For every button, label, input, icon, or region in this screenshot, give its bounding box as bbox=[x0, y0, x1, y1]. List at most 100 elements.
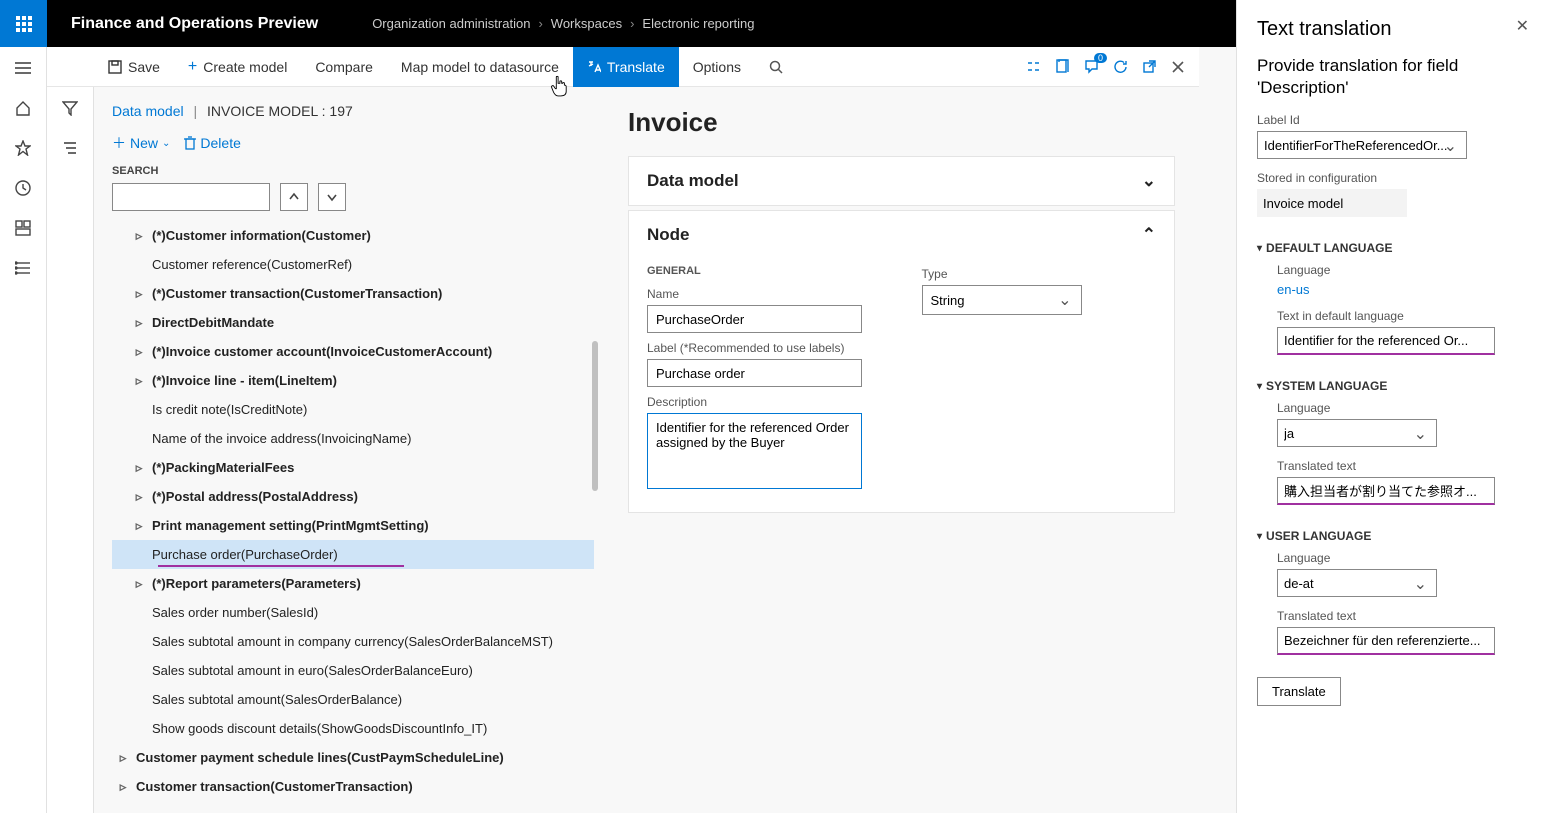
map-model-button[interactable]: Map model to datasource bbox=[387, 47, 573, 87]
messages-icon[interactable] bbox=[1084, 59, 1099, 74]
tree-node-label: (*)Invoice line - item(LineItem) bbox=[152, 373, 337, 388]
twisty-icon[interactable]: ▹ bbox=[132, 228, 146, 244]
new-button[interactable]: ＋New⌄ bbox=[112, 133, 170, 153]
clock-icon[interactable] bbox=[12, 177, 34, 199]
app-launcher-button[interactable] bbox=[0, 0, 47, 47]
section-node: Node ⌃ GENERAL Name Label (*Recommended … bbox=[628, 210, 1175, 513]
tree-node[interactable]: ▹(*)PackingMaterialFees bbox=[112, 453, 594, 482]
translation-panel: ✕ Text translation Provide translation f… bbox=[1236, 0, 1545, 813]
textdef-field[interactable] bbox=[1277, 327, 1495, 355]
save-label: Save bbox=[128, 59, 160, 75]
tree-node[interactable]: Customer reference(CustomerRef) bbox=[112, 250, 594, 279]
main-content: Data model | INVOICE MODEL : 197 ＋New⌄ D… bbox=[94, 87, 1199, 813]
detail-title: Invoice bbox=[628, 107, 1175, 138]
breadcrumb-item[interactable]: Electronic reporting bbox=[642, 16, 754, 31]
default-language-link[interactable]: en-us bbox=[1277, 282, 1310, 297]
tree-node[interactable]: ▹(*)Invoice customer account(InvoiceCust… bbox=[112, 337, 594, 366]
label-field[interactable] bbox=[647, 359, 862, 387]
compare-button[interactable]: Compare bbox=[301, 47, 387, 87]
attachments-icon[interactable] bbox=[1055, 59, 1070, 74]
translate-button[interactable]: Translate bbox=[573, 47, 679, 87]
tree-node[interactable]: ▹ (*)Postal address(PostalAddress) bbox=[112, 482, 594, 511]
twisty-icon[interactable]: ▹ bbox=[132, 373, 146, 389]
save-button[interactable]: Save bbox=[94, 47, 174, 87]
tree-node[interactable]: Name of the invoice address(InvoicingNam… bbox=[112, 424, 594, 453]
system-language-select[interactable] bbox=[1277, 419, 1437, 447]
tree-node[interactable]: Sales subtotal amount in euro(SalesOrder… bbox=[112, 656, 594, 685]
search-input[interactable] bbox=[112, 183, 270, 211]
twisty-icon[interactable]: ▹ bbox=[132, 489, 146, 505]
close-icon[interactable] bbox=[1171, 60, 1185, 74]
twisty-icon[interactable]: ▹ bbox=[132, 460, 146, 476]
tree-node[interactable]: ▹DirectDebitMandate bbox=[112, 308, 594, 337]
user-translated-field[interactable] bbox=[1277, 627, 1495, 655]
tree-node[interactable]: Show goods discount details(ShowGoodsDis… bbox=[112, 714, 594, 743]
tree-node[interactable]: ▹(*)Customer information(Customer) bbox=[112, 221, 594, 250]
search-label: SEARCH bbox=[112, 165, 594, 177]
name-field[interactable] bbox=[647, 305, 862, 333]
system-translated-field[interactable] bbox=[1277, 477, 1495, 505]
system-language-header[interactable]: SYSTEM LANGUAGE bbox=[1257, 379, 1525, 393]
close-panel-icon[interactable]: ✕ bbox=[1516, 16, 1529, 36]
twisty-icon[interactable]: ▹ bbox=[116, 779, 130, 795]
tree-node[interactable]: Sales subtotal amount(SalesOrderBalance) bbox=[112, 685, 594, 714]
twisty-icon[interactable]: ▹ bbox=[116, 750, 130, 766]
default-language-header[interactable]: DEFAULT LANGUAGE bbox=[1257, 241, 1525, 255]
tree-node[interactable]: ▹ Print management setting(PrintMgmtSetti… bbox=[112, 511, 594, 540]
popout-icon[interactable] bbox=[1142, 59, 1157, 74]
description-field[interactable] bbox=[647, 413, 862, 489]
twisty-icon[interactable]: ▹ bbox=[132, 286, 146, 302]
workspace-icon[interactable] bbox=[12, 217, 34, 239]
twisty-icon[interactable]: ▹ bbox=[132, 576, 146, 592]
related-icon[interactable] bbox=[1026, 59, 1041, 74]
tree-node[interactable]: Is credit note(IsCreditNote) bbox=[112, 395, 594, 424]
breadcrumb-root[interactable]: Data model bbox=[112, 103, 184, 119]
translate-action-button[interactable]: Translate bbox=[1257, 677, 1341, 706]
modules-icon[interactable] bbox=[12, 257, 34, 279]
user-language-select[interactable] bbox=[1277, 569, 1437, 597]
tree-node[interactable]: ▹(*)Customer transaction(CustomerTransac… bbox=[112, 279, 594, 308]
tree-node[interactable]: Purchase order(PurchaseOrder) bbox=[112, 540, 594, 569]
refresh-icon[interactable] bbox=[1113, 59, 1128, 74]
section-header[interactable]: Data model ⌄ bbox=[629, 157, 1174, 205]
tree-node-label: Print management setting(PrintMgmtSettin… bbox=[152, 518, 429, 533]
tree-node[interactable]: ▹ (*)Report parameters(Parameters) bbox=[112, 569, 594, 598]
hamburger-icon[interactable] bbox=[12, 57, 34, 79]
list-icon[interactable] bbox=[59, 137, 81, 159]
tree-node-label: (*)Report parameters(Parameters) bbox=[152, 576, 361, 591]
user-language-header[interactable]: USER LANGUAGE bbox=[1257, 529, 1525, 543]
section-header[interactable]: Node ⌃ bbox=[629, 211, 1174, 259]
tree-node[interactable]: Sales subtotal amount in company currenc… bbox=[112, 627, 594, 656]
funnel-icon[interactable] bbox=[59, 97, 81, 119]
twisty-icon[interactable]: ▹ bbox=[132, 315, 146, 331]
create-model-button[interactable]: + Create model bbox=[174, 47, 301, 87]
breadcrumb-item[interactable]: Organization administration bbox=[372, 16, 530, 31]
tree-node-label: (*)Postal address(PostalAddress) bbox=[152, 489, 358, 504]
tree-node-label: Sales subtotal amount(SalesOrderBalance) bbox=[152, 692, 402, 707]
prev-button[interactable] bbox=[280, 183, 308, 211]
type-select[interactable] bbox=[922, 285, 1082, 315]
twisty-icon[interactable]: ▹ bbox=[132, 344, 146, 360]
chevron-right-icon: › bbox=[630, 16, 634, 31]
star-icon[interactable] bbox=[12, 137, 34, 159]
tree-node-label: Sales subtotal amount in company currenc… bbox=[152, 634, 553, 649]
breadcrumb: Organization administration › Workspaces… bbox=[342, 16, 754, 31]
home-icon[interactable] bbox=[12, 97, 34, 119]
tree-node[interactable]: ▹Customer payment schedule lines(CustPay… bbox=[112, 743, 594, 772]
labelid-select[interactable] bbox=[1257, 131, 1467, 159]
search-action-button[interactable] bbox=[755, 47, 797, 87]
next-button[interactable] bbox=[318, 183, 346, 211]
breadcrumb-item[interactable]: Workspaces bbox=[551, 16, 622, 31]
tree-node[interactable]: ▹ Customer transaction(CustomerTransactio… bbox=[112, 772, 594, 801]
delete-button[interactable]: Delete bbox=[184, 135, 240, 151]
tree-node-label: Customer transaction(CustomerTransaction… bbox=[136, 779, 413, 794]
scrollbar[interactable] bbox=[592, 341, 598, 491]
tree-node[interactable]: Sales order number(SalesId) bbox=[112, 598, 594, 627]
chevron-down-icon: ⌄ bbox=[1142, 171, 1156, 191]
options-button[interactable]: Options bbox=[679, 47, 755, 87]
tree-panel: Data model | INVOICE MODEL : 197 ＋New⌄ D… bbox=[94, 87, 604, 813]
create-label: Create model bbox=[203, 59, 287, 75]
tree-node[interactable]: ▹ (*)Invoice line - item(LineItem) bbox=[112, 366, 594, 395]
twisty-icon[interactable]: ▹ bbox=[132, 518, 146, 534]
plus-icon: + bbox=[188, 58, 197, 76]
